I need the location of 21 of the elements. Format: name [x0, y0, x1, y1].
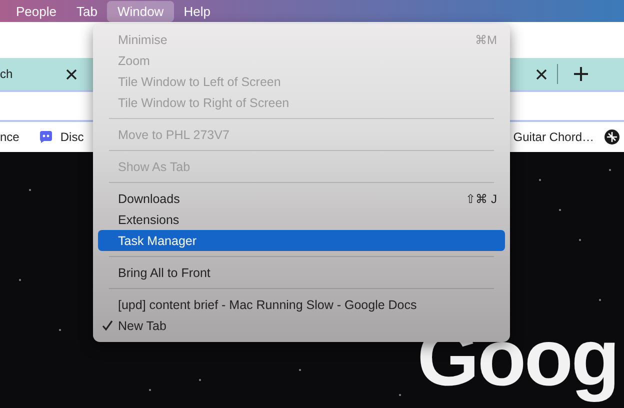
bookmark-link[interactable]: Disc: [60, 130, 84, 144]
bookmark-link[interactable]: Guitar Chord…: [513, 130, 594, 144]
menu-bar-item[interactable]: Tab: [66, 0, 108, 22]
menu-item[interactable]: [upd] content brief - Mac Running Slow - Google Docs: [98, 294, 505, 315]
menu-item[interactable]: Extensions: [98, 209, 505, 230]
chat-bubble-icon: [39, 131, 54, 143]
close-icon[interactable]: [536, 68, 547, 80]
shortcut-text: ⇧⌘ J: [466, 192, 497, 206]
shortcut-text: ⌘M: [475, 32, 497, 46]
menu-item[interactable]: New Tab: [98, 315, 505, 336]
bookmark-link[interactable]: nce: [0, 130, 20, 144]
menu-bar-item[interactable]: People: [6, 0, 66, 22]
menu-bar-item[interactable]: Help: [174, 0, 220, 22]
tab-title[interactable]: ch: [0, 67, 13, 81]
round-icon: [604, 129, 620, 145]
menu-item[interactable]: Downloads ⇧⌘ J: [98, 188, 505, 209]
new-tab-plus-icon[interactable]: [574, 67, 588, 81]
menu-item[interactable]: Task Manager: [98, 230, 505, 251]
menu-item[interactable]: Bring All to Front: [98, 262, 505, 283]
close-icon[interactable]: [66, 68, 77, 80]
menu-bar-item[interactable]: Window: [107, 0, 174, 22]
